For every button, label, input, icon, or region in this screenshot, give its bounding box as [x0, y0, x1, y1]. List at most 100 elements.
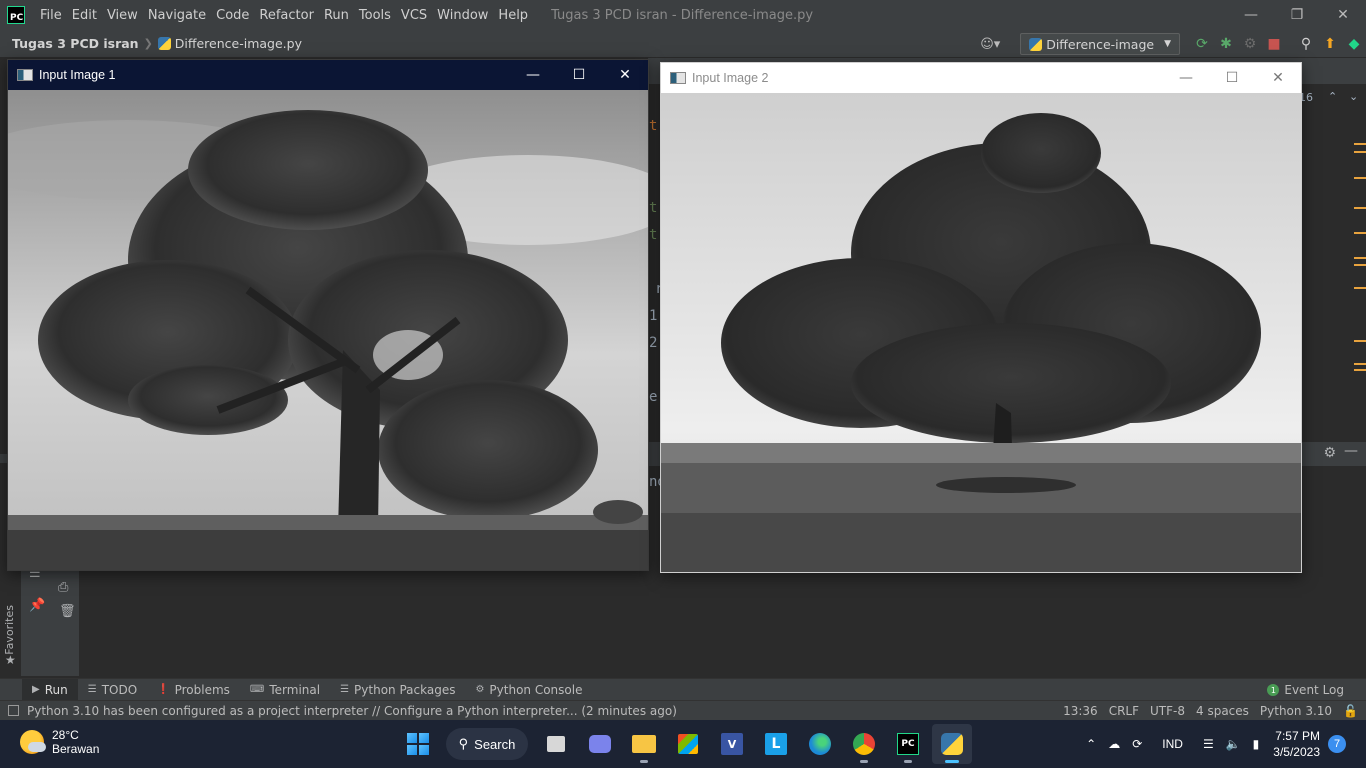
- code-fragment: t: [649, 227, 658, 243]
- trash-icon[interactable]: 🗑: [59, 604, 76, 619]
- error-stripe-mark[interactable]: [1354, 363, 1366, 365]
- error-stripe-mark[interactable]: [1354, 151, 1366, 153]
- tree-photo-1: [8, 90, 648, 570]
- menu-window[interactable]: Window: [432, 8, 493, 23]
- error-stripe-mark[interactable]: [1354, 143, 1366, 145]
- onedrive-icon[interactable]: ☁: [1108, 737, 1120, 751]
- user-icon[interactable]: ☺▾: [980, 37, 1006, 52]
- teams-chat-button[interactable]: [580, 724, 620, 764]
- menu-run[interactable]: Run: [319, 8, 354, 23]
- tab-problems[interactable]: ❗ Problems: [147, 679, 240, 701]
- error-stripe-mark[interactable]: [1354, 340, 1366, 342]
- input-language[interactable]: IND: [1162, 737, 1183, 751]
- file-explorer-button[interactable]: [624, 724, 664, 764]
- microsoft-store-button[interactable]: [668, 724, 708, 764]
- task-view-button[interactable]: [536, 724, 576, 764]
- close-icon[interactable]: ✕: [1320, 0, 1366, 30]
- update-icon[interactable]: ⬆: [1318, 36, 1342, 52]
- chevron-up-icon[interactable]: ⌃: [1086, 737, 1096, 751]
- start-button[interactable]: [398, 724, 438, 764]
- tab-python-packages[interactable]: ☰ Python Packages: [330, 679, 465, 701]
- pycharm-taskbar-button[interactable]: PC: [888, 724, 928, 764]
- edge-button[interactable]: [800, 724, 840, 764]
- breadcrumb-project[interactable]: Tugas 3 PCD isran: [12, 36, 139, 51]
- running-indicator: [640, 760, 648, 763]
- chevron-down-icon[interactable]: ⌄: [1349, 90, 1358, 103]
- taskbar-search-button[interactable]: ⚲ Search: [446, 728, 528, 760]
- wifi-icon[interactable]: ☰: [1203, 737, 1214, 751]
- clock[interactable]: 7:57 PM 3/5/2023: [1273, 728, 1320, 760]
- lock-icon[interactable]: 🔓: [1343, 704, 1358, 718]
- toggle-tool-windows-icon[interactable]: [8, 705, 19, 716]
- star-icon[interactable]: ★: [5, 653, 16, 667]
- menu-view[interactable]: View: [102, 8, 143, 23]
- pin-icon[interactable]: 📌: [29, 598, 45, 613]
- line-separator[interactable]: CRLF: [1109, 704, 1139, 718]
- menu-file[interactable]: File: [35, 8, 67, 23]
- menu-code[interactable]: Code: [211, 8, 254, 23]
- error-stripe-mark[interactable]: [1354, 207, 1366, 209]
- plugin-icon[interactable]: ◆: [1342, 36, 1366, 52]
- menu-edit[interactable]: Edit: [67, 8, 102, 23]
- menu-tools[interactable]: Tools: [354, 8, 396, 23]
- error-stripe-mark[interactable]: [1354, 287, 1366, 289]
- tab-terminal[interactable]: ⌨ Terminal: [240, 679, 330, 701]
- notification-badge[interactable]: 7: [1328, 735, 1346, 753]
- file-encoding[interactable]: UTF-8: [1150, 704, 1185, 718]
- chevron-up-icon[interactable]: ⌃: [1328, 90, 1337, 103]
- menu-refactor[interactable]: Refactor: [254, 8, 319, 23]
- status-message[interactable]: Python 3.10 has been configured as a pro…: [8, 704, 677, 718]
- navbar-toolbar: ☺▾ Difference-image ▼ ⟳ ✱ ⚙ ■ ⚲ ⬆ ◆: [980, 30, 1366, 58]
- app-l-button[interactable]: L: [756, 724, 796, 764]
- restore-icon[interactable]: ❐: [1274, 0, 1320, 30]
- close-icon[interactable]: ✕: [1255, 63, 1301, 93]
- error-stripe-mark[interactable]: [1354, 232, 1366, 234]
- visio-button[interactable]: V: [712, 724, 752, 764]
- coverage-icon[interactable]: ⚙: [1238, 36, 1262, 52]
- minimize-icon[interactable]: —: [1163, 63, 1209, 93]
- maximize-icon[interactable]: ☐: [556, 60, 602, 90]
- print-icon[interactable]: ⎙: [58, 580, 68, 595]
- tab-run[interactable]: ▶ Run: [22, 678, 78, 701]
- input-image-2-titlebar[interactable]: Input Image 2 — ☐ ✕: [661, 63, 1301, 93]
- minimize-icon[interactable]: —: [1228, 0, 1274, 30]
- event-log-tab[interactable]: 1 Event Log: [1267, 679, 1344, 701]
- menu-navigate[interactable]: Navigate: [143, 8, 211, 23]
- hide-icon[interactable]: —: [1344, 443, 1358, 459]
- run-config-dropdown[interactable]: Difference-image ▼: [1020, 33, 1180, 55]
- volume-icon[interactable]: 🔈: [1226, 737, 1241, 751]
- battery-icon[interactable]: ▮: [1253, 737, 1260, 751]
- gear-icon[interactable]: ⚙: [1323, 445, 1336, 461]
- error-stripe-mark[interactable]: [1354, 257, 1366, 259]
- search-icon[interactable]: ⚲: [1294, 36, 1318, 52]
- close-icon[interactable]: ✕: [602, 60, 648, 90]
- favorites-tab[interactable]: Favorites: [3, 605, 16, 655]
- breadcrumb-file[interactable]: Difference-image.py: [157, 36, 302, 51]
- indent-setting[interactable]: 4 spaces: [1196, 704, 1249, 718]
- stop-icon[interactable]: ■: [1262, 36, 1286, 52]
- python-taskbar-button[interactable]: [932, 724, 972, 764]
- input-image-2-window[interactable]: Input Image 2 — ☐ ✕: [660, 62, 1302, 573]
- sync-icon[interactable]: ⟳: [1132, 737, 1142, 751]
- tree-photo-2: [661, 93, 1301, 572]
- tab-todo[interactable]: ☰ TODO: [78, 679, 147, 701]
- maximize-icon[interactable]: ☐: [1209, 63, 1255, 93]
- debug-icon[interactable]: ✱: [1214, 36, 1238, 52]
- tab-python-packages-label: Python Packages: [354, 682, 456, 697]
- interpreter-selector[interactable]: Python 3.10: [1260, 704, 1332, 718]
- window-controls: — ☐ ✕: [510, 60, 648, 90]
- error-stripe-mark[interactable]: [1354, 264, 1366, 266]
- weather-widget[interactable]: 28°C Berawan: [20, 728, 99, 756]
- input-image-1-window[interactable]: Input Image 1 — ☐ ✕: [7, 59, 649, 571]
- menu-vcs[interactable]: VCS: [396, 8, 432, 23]
- error-stripe-mark[interactable]: [1354, 369, 1366, 371]
- chrome-button[interactable]: [844, 724, 884, 764]
- rerun-icon[interactable]: ⟳: [1190, 36, 1214, 52]
- minimize-icon[interactable]: —: [510, 60, 556, 90]
- tab-python-console[interactable]: ⚙ Python Console: [465, 679, 592, 701]
- menu-help[interactable]: Help: [493, 8, 533, 23]
- error-stripe-mark[interactable]: [1354, 177, 1366, 179]
- caret-position[interactable]: 13:36: [1063, 704, 1098, 718]
- input-image-1-titlebar[interactable]: Input Image 1 — ☐ ✕: [8, 60, 648, 90]
- visio-icon: V: [721, 733, 743, 755]
